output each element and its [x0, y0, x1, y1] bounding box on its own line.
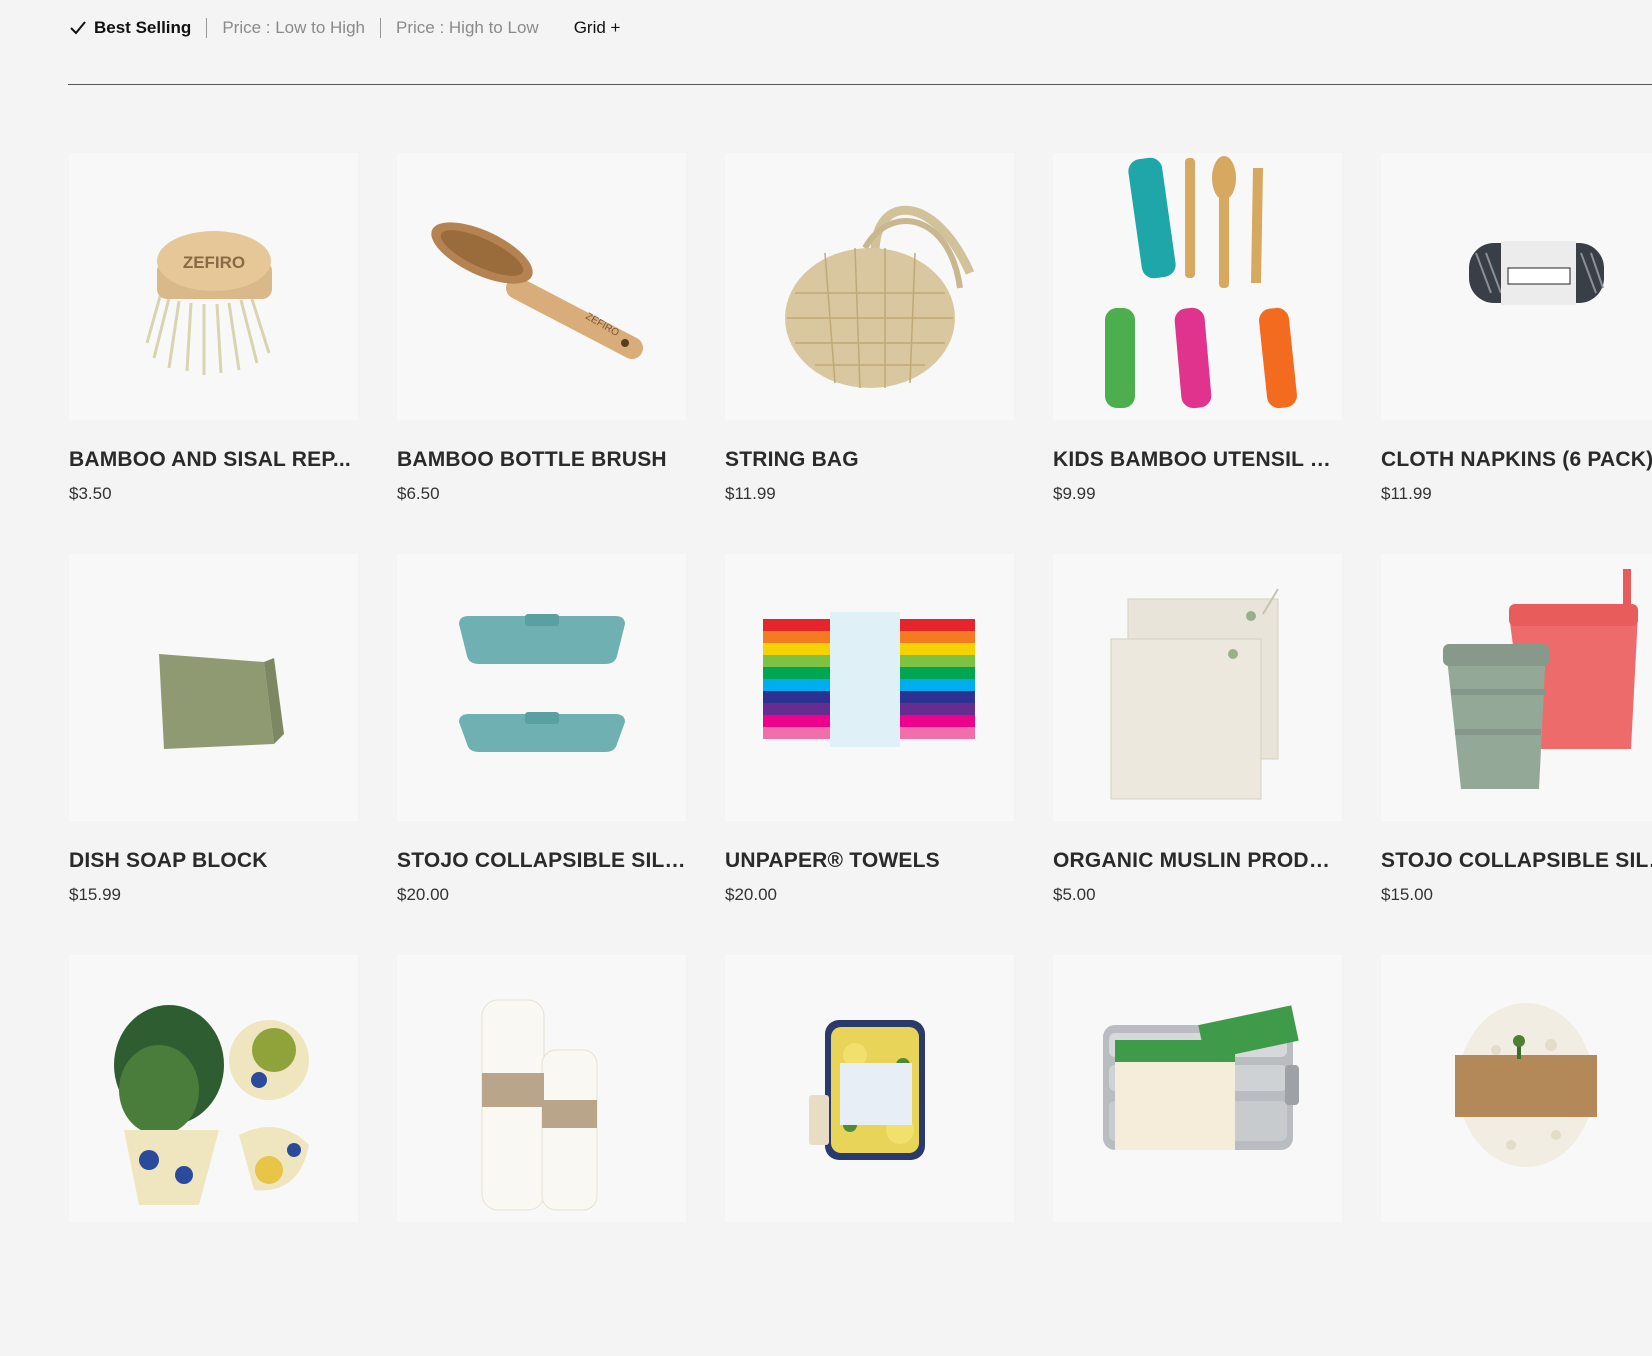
sort-price-low-high[interactable]: Price : Low to High: [222, 18, 365, 38]
product-name: DISH SOAP BLOCK: [69, 849, 268, 872]
product-price: $11.99: [725, 484, 776, 503]
product-image[interactable]: [725, 554, 1014, 821]
beeswax-wraps-image: [114, 1005, 309, 1205]
product-name: KIDS BAMBOO UTENSIL SET: [1053, 448, 1342, 471]
product-card[interactable]: [1381, 955, 1652, 1356]
sponge-image: [809, 1020, 925, 1160]
product-price: $15.00: [1381, 885, 1433, 904]
eco-dish-sponge-image: [1455, 1003, 1597, 1167]
soap-block-image: [159, 654, 284, 749]
svg-text:ZEFIRO: ZEFIRO: [183, 253, 245, 272]
string-bag-image: [785, 205, 975, 389]
product-image[interactable]: [69, 955, 358, 1222]
product-name: STRING BAG: [725, 448, 859, 471]
dish-cloths-image: [481, 999, 598, 1211]
sort-toolbar: Best Selling Price : Low to High Price :…: [68, 14, 620, 42]
product-price: $6.50: [397, 484, 440, 503]
product-price: $15.99: [69, 885, 121, 904]
product-card[interactable]: [1053, 955, 1342, 1356]
sort-price-high-low-label: Price : High to Low: [396, 18, 539, 37]
product-price: $9.99: [1053, 484, 1096, 503]
product-price: $20.00: [397, 885, 449, 904]
sort-price-low-high-label: Price : Low to High: [222, 18, 365, 37]
product-card[interactable]: KIDS BAMBOO UTENSIL SET $9.99: [1053, 153, 1342, 554]
product-image[interactable]: [725, 955, 1014, 1222]
collapsible-container-image: [459, 614, 625, 752]
product-name: STOJO COLLAPSIBLE SILIC...: [397, 849, 686, 872]
product-card[interactable]: ORGANIC MUSLIN PRODU... $5.00: [1053, 554, 1342, 955]
product-name: CLOTH NAPKINS (6 PACK): [1381, 448, 1652, 471]
product-price: $11.99: [1381, 484, 1432, 503]
product-image[interactable]: [1053, 554, 1342, 821]
product-image[interactable]: ZEFIRO: [69, 153, 358, 420]
lunchbox-image: [1103, 1005, 1299, 1150]
product-card[interactable]: DISH SOAP BLOCK $15.99: [69, 554, 358, 955]
bottle-brush-image: ZEFIRO: [431, 222, 643, 359]
sort-best-selling-label: Best Selling: [94, 18, 192, 37]
check-icon: [70, 21, 86, 35]
cloth-napkins-image: [1469, 241, 1604, 305]
product-card[interactable]: ZEFIRO BAMBOO AND SISAL REP... $3.50: [69, 153, 358, 554]
unpaper-towels-image: [763, 612, 975, 747]
product-image[interactable]: ZEFIRO: [397, 153, 686, 420]
collapsible-cups-image: [1443, 569, 1638, 789]
sort-best-selling[interactable]: Best Selling: [68, 18, 191, 38]
product-name: UNPAPER® TOWELS: [725, 849, 940, 872]
product-image[interactable]: [1381, 955, 1652, 1222]
product-image[interactable]: [725, 153, 1014, 420]
toolbar-divider: [68, 84, 1652, 85]
sort-price-high-low[interactable]: Price : High to Low: [396, 18, 539, 38]
bamboo-sisal-brush-head-image: ZEFIRO: [145, 231, 272, 375]
product-card[interactable]: UNPAPER® TOWELS $20.00: [725, 554, 1014, 955]
product-image[interactable]: [1053, 153, 1342, 420]
product-name: STOJO COLLAPSIBLE SILIC...: [1381, 849, 1652, 872]
grid-toggle-button[interactable]: Grid +: [574, 18, 621, 38]
product-image[interactable]: [1381, 153, 1652, 420]
product-card[interactable]: CLOTH NAPKINS (6 PACK) $11.99: [1381, 153, 1652, 554]
product-image[interactable]: [397, 955, 686, 1222]
product-card[interactable]: STRING BAG $11.99: [725, 153, 1014, 554]
product-name: ORGANIC MUSLIN PRODU...: [1053, 849, 1342, 872]
product-price: $5.00: [1053, 885, 1096, 904]
product-grid: ZEFIRO BAMBOO AND SISAL REP... $3.50 ZEF…: [69, 153, 1652, 1356]
product-card[interactable]: STOJO COLLAPSIBLE SILIC... $15.00: [1381, 554, 1652, 955]
product-image[interactable]: [1053, 955, 1342, 1222]
product-image[interactable]: [69, 554, 358, 821]
product-image[interactable]: [1381, 554, 1652, 821]
product-card[interactable]: ZEFIRO BAMBOO BOTTLE BRUSH $6.50: [397, 153, 686, 554]
product-price: $3.50: [69, 484, 112, 503]
utensil-set-image: [1105, 156, 1297, 409]
product-card[interactable]: [397, 955, 686, 1356]
product-card[interactable]: [69, 955, 358, 1356]
product-name: BAMBOO BOTTLE BRUSH: [397, 448, 667, 471]
muslin-produce-bags-image: [1110, 588, 1279, 800]
product-name: BAMBOO AND SISAL REP...: [69, 448, 351, 471]
divider: [206, 18, 208, 38]
product-image[interactable]: [397, 554, 686, 821]
product-card[interactable]: STOJO COLLAPSIBLE SILIC... $20.00: [397, 554, 686, 955]
divider: [380, 18, 381, 38]
product-price: $20.00: [725, 885, 777, 904]
product-card[interactable]: [725, 955, 1014, 1356]
